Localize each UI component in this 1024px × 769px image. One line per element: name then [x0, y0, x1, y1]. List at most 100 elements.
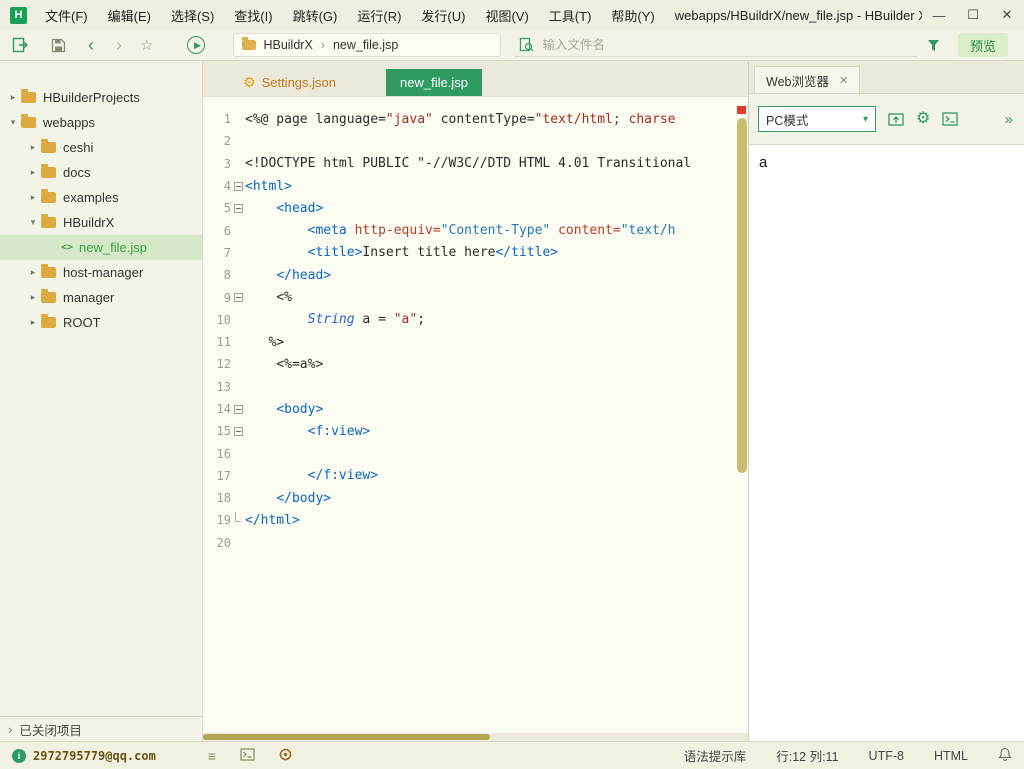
- run-icon[interactable]: ▶: [187, 36, 205, 54]
- chevron-right-icon[interactable]: ▸: [26, 292, 40, 303]
- language-mode-status[interactable]: HTML: [934, 749, 968, 763]
- code-line[interactable]: 10 String a = "a";: [203, 309, 748, 331]
- tree-item-examples[interactable]: ▸examples: [0, 185, 202, 210]
- code-line[interactable]: 13: [203, 376, 748, 398]
- tree-item-label: ROOT: [63, 315, 101, 330]
- chevron-right-icon[interactable]: ▸: [26, 142, 40, 153]
- menu-item[interactable]: 视图(V): [475, 6, 538, 25]
- back-icon[interactable]: ‹: [84, 36, 98, 54]
- chevron-right-icon[interactable]: ▸: [26, 317, 40, 328]
- device-mode-select[interactable]: PC模式 ▾: [758, 106, 876, 132]
- terminal-icon[interactable]: [240, 748, 255, 764]
- tree-item-manager[interactable]: ▸manager: [0, 285, 202, 310]
- fold-toggle-icon[interactable]: [231, 427, 245, 436]
- code-line[interactable]: 6 <meta http-equiv="Content-Type" conten…: [203, 219, 748, 241]
- chevron-more-icon[interactable]: »: [1005, 111, 1015, 128]
- editor-vertical-scrollbar[interactable]: [736, 97, 748, 733]
- code-line[interactable]: 14 <body>: [203, 398, 748, 420]
- breadcrumb[interactable]: HBuildrX›new_file.jsp: [233, 33, 501, 57]
- menu-item[interactable]: 发行(U): [411, 6, 475, 25]
- code-line[interactable]: 11 %>: [203, 331, 748, 353]
- chevron-right-icon[interactable]: ▸: [26, 192, 40, 203]
- tree-item-new_file.jsp[interactable]: <>new_file.jsp: [0, 235, 202, 260]
- menu-item[interactable]: 工具(T): [539, 6, 602, 25]
- code-line[interactable]: 4<html>: [203, 175, 748, 197]
- fold-toggle-icon[interactable]: [231, 182, 245, 191]
- preview-button[interactable]: 预览: [958, 33, 1008, 57]
- code-line[interactable]: 12 <%=a%>: [203, 353, 748, 375]
- line-number: 1: [203, 112, 231, 126]
- fold-toggle-icon[interactable]: [231, 204, 245, 213]
- fold-toggle-icon[interactable]: [231, 405, 245, 414]
- tree-item-HBuilderProjects[interactable]: ▸HBuilderProjects: [0, 85, 202, 110]
- open-in-browser-icon[interactable]: [888, 112, 904, 127]
- chevron-right-icon[interactable]: ▸: [26, 267, 40, 278]
- tree-item-webapps[interactable]: ▾webapps: [0, 110, 202, 135]
- account-info-icon[interactable]: i: [12, 749, 26, 763]
- menu-item[interactable]: 文件(F): [35, 6, 98, 25]
- code-line[interactable]: 17 </f:view>: [203, 465, 748, 487]
- bell-icon[interactable]: [998, 747, 1012, 764]
- code-line[interactable]: 7 <title>Insert title here</title>: [203, 242, 748, 264]
- menu-item[interactable]: 运行(R): [347, 6, 411, 25]
- account-email[interactable]: 2972795779@qq.com: [33, 749, 156, 763]
- scrollbar-thumb[interactable]: [737, 118, 747, 473]
- fold-toggle-icon[interactable]: [231, 293, 245, 302]
- closed-projects-row[interactable]: › 已关闭项目: [0, 716, 202, 741]
- chevron-down-icon[interactable]: ▾: [26, 217, 40, 228]
- code-line[interactable]: 19</html>: [203, 509, 748, 531]
- tab-web-browser[interactable]: Web浏览器 ✕: [754, 66, 860, 93]
- maximize-button[interactable]: ☐: [956, 1, 990, 29]
- code-line[interactable]: 8 </head>: [203, 264, 748, 286]
- code-area[interactable]: 1<%@ page language="java" contentType="t…: [203, 97, 748, 733]
- tree-item-docs[interactable]: ▸docs: [0, 160, 202, 185]
- search-input[interactable]: [542, 38, 917, 52]
- code-line[interactable]: 9 <%: [203, 286, 748, 308]
- outline-icon[interactable]: ≡: [208, 748, 216, 764]
- gear-icon[interactable]: ⚙: [916, 111, 930, 127]
- tab-Settings.json[interactable]: ⚙Settings.json: [229, 69, 350, 96]
- menu-item[interactable]: 选择(S): [161, 6, 224, 25]
- scrollbar-thumb[interactable]: [203, 734, 490, 740]
- app-logo-icon: H: [10, 7, 27, 24]
- code-line[interactable]: 2: [203, 130, 748, 152]
- chevron-right-icon[interactable]: ▸: [6, 92, 20, 103]
- forward-icon[interactable]: ›: [112, 36, 126, 54]
- fold-box-glyph: [234, 204, 243, 213]
- code-line[interactable]: 20: [203, 532, 748, 554]
- encoding-status[interactable]: UTF-8: [869, 749, 904, 763]
- code-line[interactable]: 5 <head>: [203, 197, 748, 219]
- code-line[interactable]: 15 <f:view>: [203, 420, 748, 442]
- save-icon[interactable]: [51, 38, 66, 53]
- chevron-right-icon[interactable]: ▸: [26, 167, 40, 178]
- console-icon[interactable]: [942, 112, 958, 126]
- breadcrumb-item[interactable]: HBuildrX: [263, 38, 312, 52]
- editor-horizontal-scrollbar[interactable]: [203, 733, 748, 741]
- tree-item-HBuildrX[interactable]: ▾HBuildrX: [0, 210, 202, 235]
- plugin-icon[interactable]: [279, 748, 292, 764]
- code-line[interactable]: 3<!DOCTYPE html PUBLIC "-//W3C//DTD HTML…: [203, 153, 748, 175]
- tree-item-host-manager[interactable]: ▸host-manager: [0, 260, 202, 285]
- breadcrumb-item[interactable]: new_file.jsp: [333, 38, 398, 52]
- project-sidebar: ▸HBuilderProjects▾webapps▸ceshi▸docs▸exa…: [0, 61, 203, 741]
- menu-item[interactable]: 编辑(E): [98, 6, 161, 25]
- tree-item-ceshi[interactable]: ▸ceshi: [0, 135, 202, 160]
- new-file-icon[interactable]: [12, 37, 29, 53]
- code-line[interactable]: 18 </body>: [203, 487, 748, 509]
- menu-item[interactable]: 帮助(Y): [601, 6, 664, 25]
- menu-item[interactable]: 查找(I): [224, 6, 282, 25]
- minimize-button[interactable]: —: [922, 1, 956, 29]
- code-line[interactable]: 16: [203, 442, 748, 464]
- tab-new_file.jsp[interactable]: new_file.jsp: [386, 69, 482, 96]
- chevron-down-icon[interactable]: ▾: [6, 117, 20, 128]
- close-button[interactable]: ✕: [990, 1, 1024, 29]
- cursor-position-status[interactable]: 行:12 列:11: [776, 746, 838, 765]
- star-icon[interactable]: ☆: [140, 36, 153, 54]
- tree-item-ROOT[interactable]: ▸ ROOT: [0, 310, 202, 335]
- close-icon[interactable]: ✕: [839, 74, 848, 87]
- code-text: <meta http-equiv="Content-Type" content=…: [245, 223, 748, 238]
- filter-funnel-icon[interactable]: [927, 39, 940, 52]
- code-line[interactable]: 1<%@ page language="java" contentType="t…: [203, 108, 748, 130]
- syntax-lib-status[interactable]: 语法提示库: [684, 746, 747, 765]
- menu-item[interactable]: 跳转(G): [283, 6, 348, 25]
